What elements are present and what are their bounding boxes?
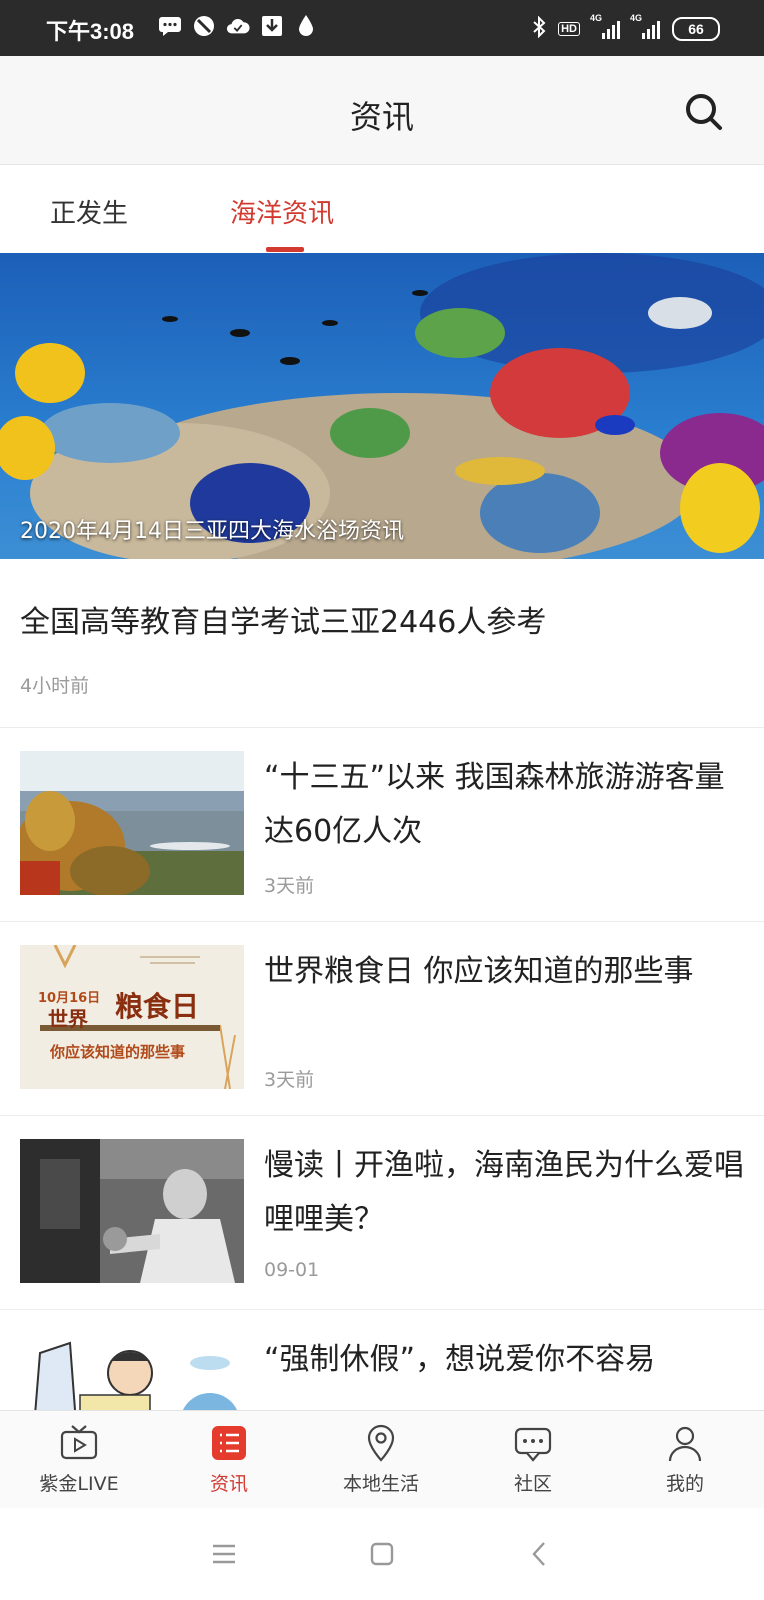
- food-day-poster: 10月16日 世界 粮食日 你应该知道的那些事: [20, 945, 244, 1089]
- message-icon: [158, 14, 182, 38]
- news-list-icon: [212, 1426, 246, 1460]
- poster-line1: 世界: [48, 1007, 88, 1031]
- banner-image[interactable]: 2020年4月14日三亚四大海水浴场资讯: [0, 253, 764, 559]
- fisherman-photo: [20, 1139, 244, 1283]
- menu-icon[interactable]: [210, 1540, 238, 1568]
- bluetooth-icon: [532, 15, 546, 42]
- bottom-nav: 紫金LIVE 资讯 本地生活 社区 我的: [0, 1410, 764, 1509]
- article-time: 4小时前: [20, 675, 90, 697]
- status-time: 下午3:08: [46, 19, 135, 44]
- list-item[interactable]: 10月16日 世界 粮食日 你应该知道的那些事 世界粮食日 你应该知道的那些事 …: [0, 921, 764, 1116]
- signal-4g-icon: 4G: [630, 13, 660, 39]
- active-tab-indicator: [266, 247, 304, 252]
- cartoon-illustration: [20, 1333, 244, 1410]
- poster-line3: 你应该知道的那些事: [50, 1043, 186, 1061]
- list-item[interactable]: “十三五”以来 我国森林旅游游客量达60亿人次 3天前: [0, 727, 764, 922]
- download-icon: [260, 14, 284, 38]
- poster-line2: 粮食日: [115, 990, 200, 1023]
- tab-zhengfasheng[interactable]: 正发生: [50, 193, 128, 230]
- article-time: 09-01: [264, 1259, 320, 1281]
- tv-icon: [60, 1425, 98, 1460]
- blocked-icon: [192, 14, 216, 38]
- nav-item-community[interactable]: 社区: [458, 1423, 608, 1496]
- cloud-icon: [226, 14, 250, 38]
- app-header: 资讯: [0, 56, 764, 165]
- system-nav-bar: [0, 1508, 764, 1600]
- article-title: 全国高等教育自学考试三亚2446人参考: [20, 605, 547, 640]
- nav-item-news[interactable]: 资讯: [154, 1423, 304, 1496]
- article-title: “十三五”以来 我国森林旅游游客量达60亿人次: [264, 760, 725, 849]
- article-title: 慢读丨开渔啦，海南渔民为什么爱唱哩哩美？: [264, 1148, 744, 1237]
- battery-indicator: 66: [672, 17, 720, 41]
- page-title: 资讯: [349, 98, 414, 136]
- back-icon[interactable]: [526, 1540, 554, 1568]
- list-item[interactable]: “强制休假”，想说爱你不容易: [0, 1309, 764, 1410]
- chat-bubble-icon: [514, 1427, 552, 1462]
- forest-lake-photo: [20, 751, 244, 895]
- article-title: “强制休假”，想说爱你不容易: [264, 1342, 656, 1377]
- signal-4g-icon: 4G: [590, 13, 620, 39]
- home-icon[interactable]: [368, 1540, 396, 1568]
- location-pin-icon: [367, 1424, 395, 1462]
- nav-item-local-life[interactable]: 本地生活: [306, 1423, 456, 1496]
- hd-icon: HD: [558, 22, 580, 36]
- list-item[interactable]: 慢读丨开渔啦，海南渔民为什么爱唱哩哩美？ 09-01: [0, 1115, 764, 1310]
- nav-item-mine[interactable]: 我的: [610, 1423, 760, 1496]
- article-time: 3天前: [264, 875, 315, 897]
- search-icon[interactable]: [684, 92, 724, 132]
- person-icon: [668, 1426, 702, 1462]
- drop-icon: [294, 14, 318, 38]
- banner-caption: 2020年4月14日三亚四大海水浴场资讯: [20, 519, 404, 544]
- tab-ocean-news[interactable]: 海洋资讯: [230, 193, 334, 230]
- category-tabs: 正发生 海洋资讯: [0, 165, 764, 253]
- nav-item-zijin-live[interactable]: 紫金LIVE: [4, 1423, 154, 1496]
- article-title: 世界粮食日 你应该知道的那些事: [264, 954, 694, 989]
- article-time: 3天前: [264, 1069, 315, 1091]
- status-bar: 下午3:08 HD 4G 4G 66: [0, 0, 764, 56]
- lead-article[interactable]: 全国高等教育自学考试三亚2446人参考 4小时前: [0, 559, 764, 728]
